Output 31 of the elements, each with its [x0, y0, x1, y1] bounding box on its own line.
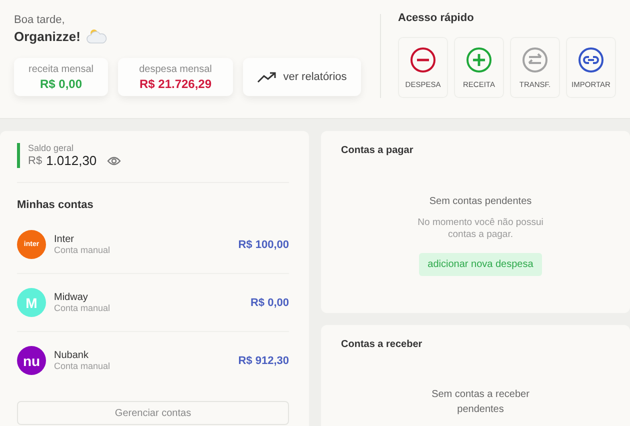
balance-value: 1.012,30: [46, 153, 97, 168]
empty-title: Sem contas a receber pendentes: [430, 388, 530, 417]
summary-value: R$ 21.726,29: [139, 76, 212, 90]
account-type: Conta manual: [54, 245, 112, 255]
trend-icon: [257, 71, 278, 83]
summary-label: despesa mensal: [139, 64, 212, 74]
account-balance: R$ 0,00: [250, 296, 289, 308]
summary-value: R$ 0,00: [40, 76, 82, 90]
user-name: Organizze!: [14, 28, 80, 44]
account-type: Conta manual: [54, 303, 112, 313]
greeting-text: Boa tarde,: [14, 14, 66, 26]
weather-icon: [86, 28, 108, 44]
card-title: Contas a pagar: [341, 145, 414, 156]
empty-title: Sem contas pendentes: [429, 196, 532, 207]
section-title: Minhas contas: [17, 199, 94, 211]
currency-label: R$: [28, 154, 42, 166]
account-balance: R$ 100,00: [238, 238, 289, 250]
account-type: Conta manual: [54, 361, 112, 371]
account-balance: R$ 912,30: [238, 354, 289, 366]
account-name: Midway: [54, 292, 89, 303]
section-title: Acesso rápido: [398, 12, 475, 24]
bank-logo: nu: [17, 346, 46, 375]
bank-logo: M: [17, 288, 46, 317]
empty-message: No momento você não possui contas a pagar.: [416, 217, 544, 241]
account-name: Inter: [54, 234, 76, 245]
account-name: Nubank: [54, 350, 90, 361]
balance-label: Saldo geral: [28, 143, 75, 153]
card-title: Contas a receber: [341, 339, 422, 350]
summary-label: receita mensal: [28, 64, 94, 74]
reports-button[interactable]: ver relatórios: [243, 58, 361, 96]
eye-icon[interactable]: [106, 156, 121, 166]
